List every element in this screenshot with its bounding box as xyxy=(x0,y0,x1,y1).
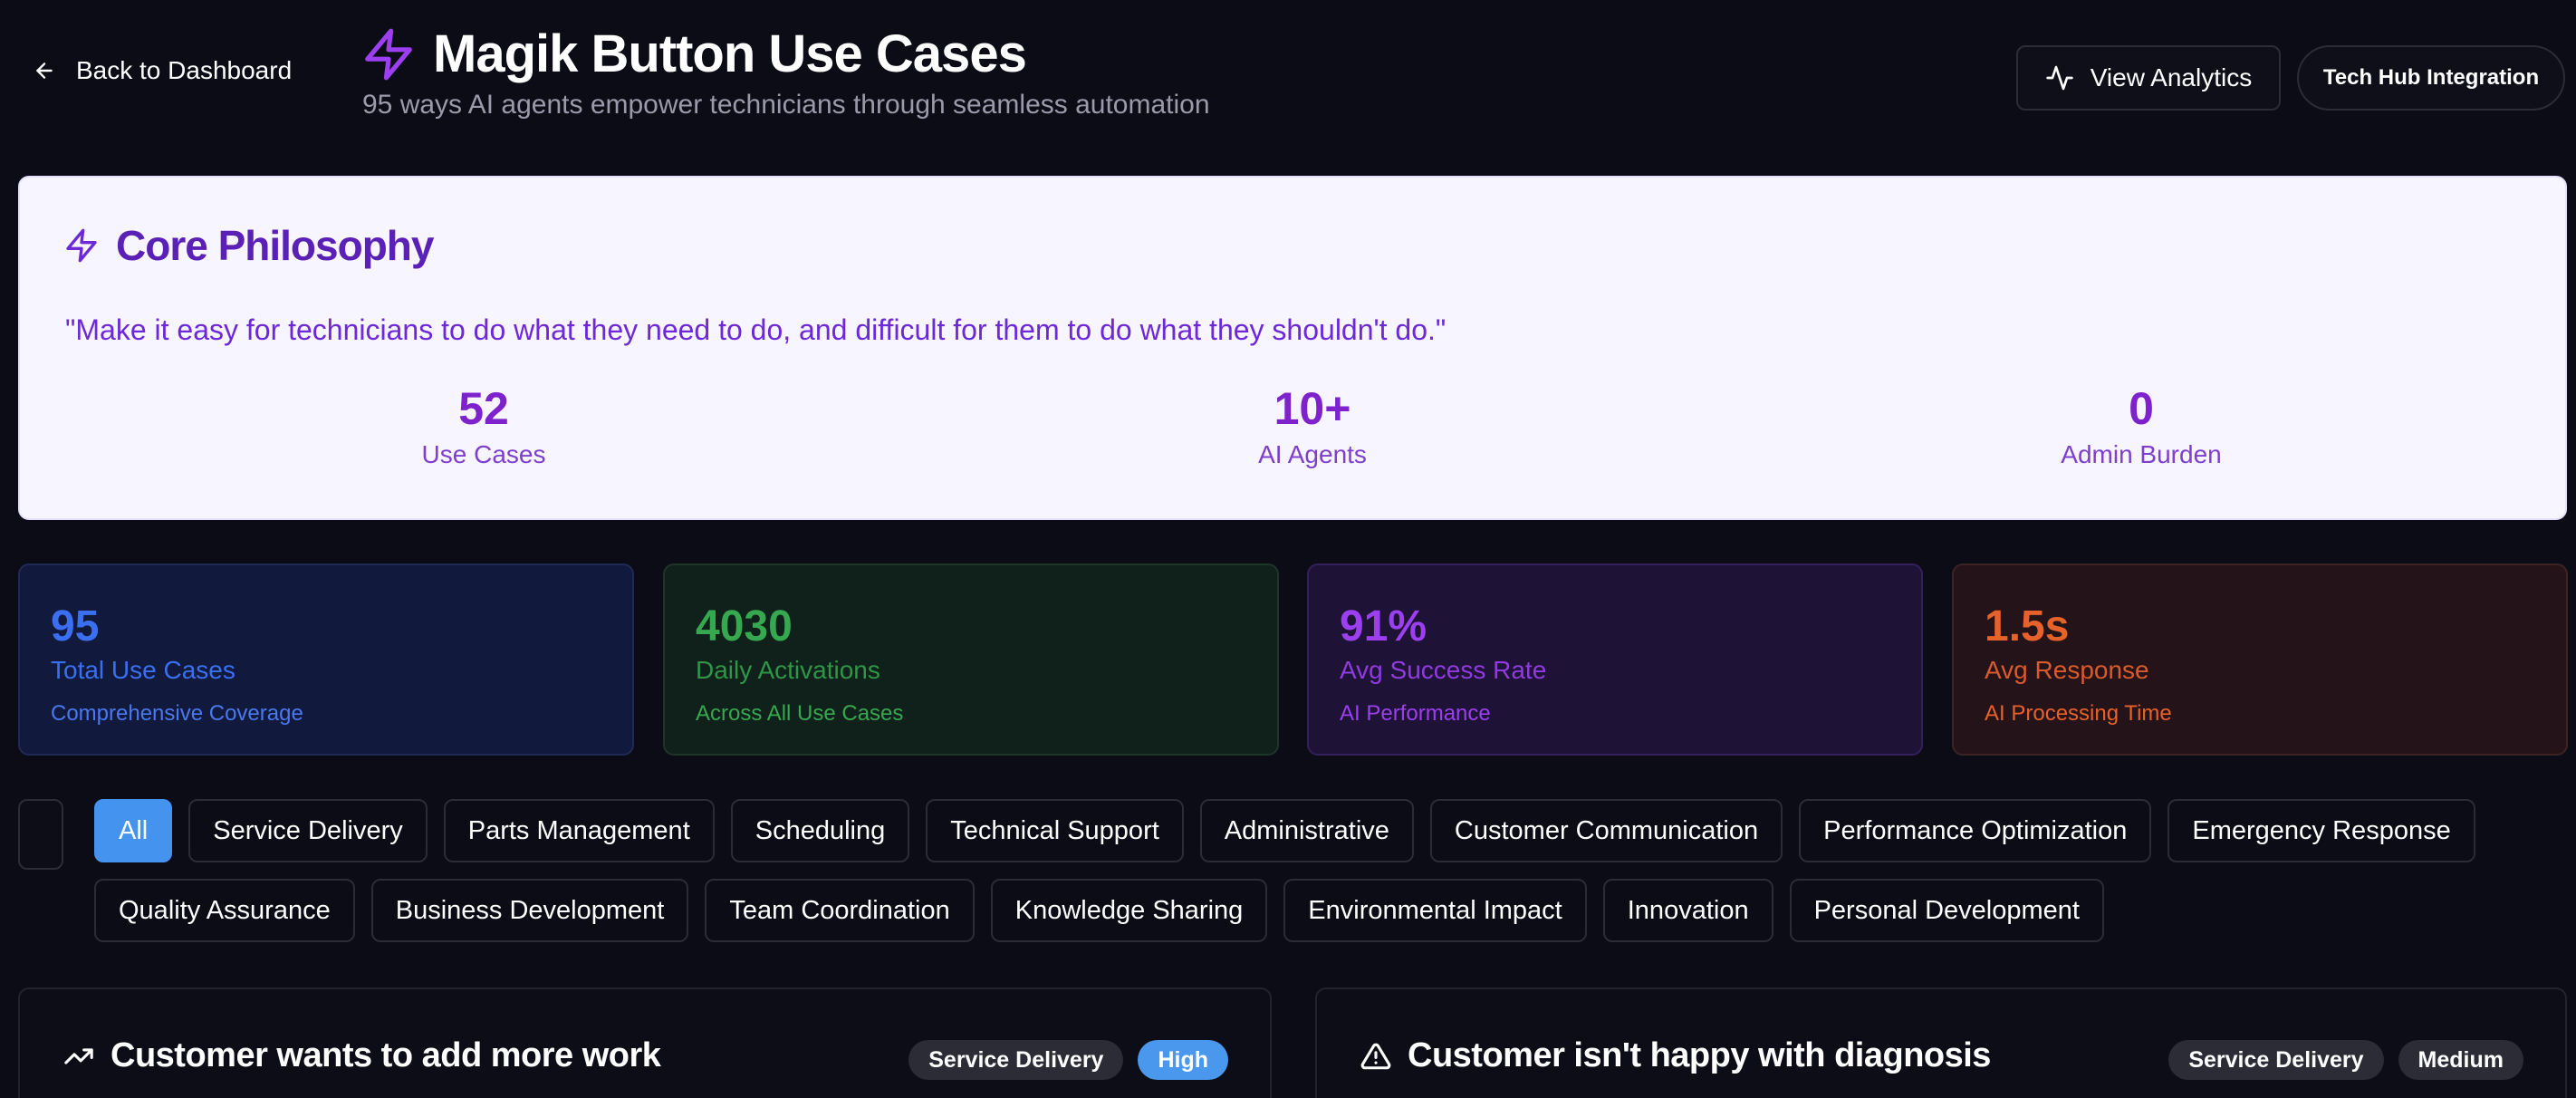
tech-hub-label: Tech Hub Integration xyxy=(2322,65,2540,90)
filter-chip-performance-optimization[interactable]: Performance Optimization xyxy=(1799,799,2152,862)
philosophy-title: Core Philosophy xyxy=(116,222,434,269)
philosophy-stats: 52 Use Cases 10+ AI Agents 0 Admin Burde… xyxy=(20,382,2565,491)
stat-label: AI Agents xyxy=(1258,440,1367,468)
category-filter-row: All Service Delivery Parts Management Sc… xyxy=(94,799,2475,862)
filter-toggle-button[interactable] xyxy=(18,799,63,870)
metric-label: Total Use Cases xyxy=(51,656,235,684)
back-to-dashboard-button[interactable]: Back to Dashboard xyxy=(33,56,292,85)
arrow-left-icon xyxy=(36,63,53,79)
filter-chip-scheduling[interactable]: Scheduling xyxy=(730,799,910,862)
metric-card-avg-response: 1.5s Avg Response AI Processing Time xyxy=(1952,563,2568,756)
stat-use-cases: 52 Use Cases xyxy=(303,382,665,469)
priority-badge: Medium xyxy=(2398,1040,2523,1080)
stat-label: Use Cases xyxy=(421,440,546,468)
page-title: Magik Button Use Cases xyxy=(433,24,1027,83)
metric-value: 91% xyxy=(1340,602,1427,650)
lightning-bolt-icon xyxy=(365,28,412,80)
filter-chip-knowledge-sharing[interactable]: Knowledge Sharing xyxy=(990,879,1268,942)
page-header: Magik Button Use Cases 95 ways AI agents… xyxy=(360,24,1210,120)
stat-value: 52 xyxy=(458,383,509,434)
filter-chip-personal-development[interactable]: Personal Development xyxy=(1789,879,2104,942)
use-case-card[interactable]: Customer isn't happy with diagnosis Serv… xyxy=(1315,987,2567,1098)
back-label: Back to Dashboard xyxy=(76,56,293,84)
filter-chip-innovation[interactable]: Innovation xyxy=(1602,879,1773,942)
stat-value: 0 xyxy=(2129,383,2154,434)
stat-admin-burden: 0 Admin Burden xyxy=(1960,382,2322,469)
filter-chip-technical-support[interactable]: Technical Support xyxy=(926,799,1184,862)
core-philosophy-card: Core Philosophy "Make it easy for techni… xyxy=(18,176,2567,520)
metric-card-daily-activations: 4030 Daily Activations Across All Use Ca… xyxy=(663,563,1279,756)
metric-card-total-use-cases: 95 Total Use Cases Comprehensive Coverag… xyxy=(18,563,634,756)
metric-value: 4030 xyxy=(696,602,793,650)
page-subtitle: 95 ways AI agents empower technicians th… xyxy=(362,90,1210,120)
view-analytics-label: View Analytics xyxy=(2090,63,2253,92)
use-case-card[interactable]: Customer wants to add more work Service … xyxy=(18,987,1272,1098)
filter-chip-administrative[interactable]: Administrative xyxy=(1199,799,1414,862)
metric-subtext: AI Performance xyxy=(1340,701,1491,726)
view-analytics-button[interactable]: View Analytics xyxy=(2016,45,2281,111)
filter-chip-parts-management[interactable]: Parts Management xyxy=(443,799,715,862)
stat-label: Admin Burden xyxy=(2061,440,2222,468)
philosophy-quote: "Make it easy for technicians to do what… xyxy=(65,313,1447,346)
trending-up-icon xyxy=(64,1047,93,1064)
metric-label: Avg Response xyxy=(1985,656,2149,684)
metric-value: 95 xyxy=(51,602,100,650)
category-badge: Service Delivery xyxy=(908,1040,1124,1080)
filter-chip-team-coordination[interactable]: Team Coordination xyxy=(705,879,975,942)
metric-label: Daily Activations xyxy=(696,656,880,684)
metric-label: Avg Success Rate xyxy=(1340,656,1547,684)
use-case-title: Customer wants to add more work xyxy=(111,1036,661,1074)
category-badge: Service Delivery xyxy=(2168,1040,2384,1080)
metric-subtext: Comprehensive Coverage xyxy=(51,701,303,726)
category-filter-row: Quality Assurance Business Development T… xyxy=(94,879,2104,942)
filter-chip-all[interactable]: All xyxy=(94,799,173,862)
filter-chip-customer-communication[interactable]: Customer Communication xyxy=(1429,799,1783,862)
page: Back to Dashboard Magik Button Use Cases… xyxy=(0,0,2576,1098)
warning-triangle-icon xyxy=(1360,1043,1391,1069)
lightning-bolt-icon xyxy=(66,228,97,263)
stat-value: 10+ xyxy=(1274,383,1351,434)
tech-hub-integration-button[interactable]: Tech Hub Integration xyxy=(2297,45,2565,111)
filter-chip-quality-assurance[interactable]: Quality Assurance xyxy=(94,879,355,942)
filter-chip-emergency-response[interactable]: Emergency Response xyxy=(2167,799,2475,862)
use-case-title: Customer isn't happy with diagnosis xyxy=(1408,1036,1991,1074)
metric-card-success-rate: 91% Avg Success Rate AI Performance xyxy=(1307,563,1923,756)
filter-chip-environmental-impact[interactable]: Environmental Impact xyxy=(1283,879,1587,942)
metric-value: 1.5s xyxy=(1985,602,2070,650)
filter-chip-business-development[interactable]: Business Development xyxy=(370,879,689,942)
filter-chip-service-delivery[interactable]: Service Delivery xyxy=(188,799,428,862)
priority-badge: High xyxy=(1138,1040,1228,1080)
metric-subtext: Across All Use Cases xyxy=(696,701,904,726)
metric-subtext: AI Processing Time xyxy=(1985,701,2172,726)
activity-icon xyxy=(2046,65,2073,91)
stat-ai-agents: 10+ AI Agents xyxy=(1131,382,1494,469)
